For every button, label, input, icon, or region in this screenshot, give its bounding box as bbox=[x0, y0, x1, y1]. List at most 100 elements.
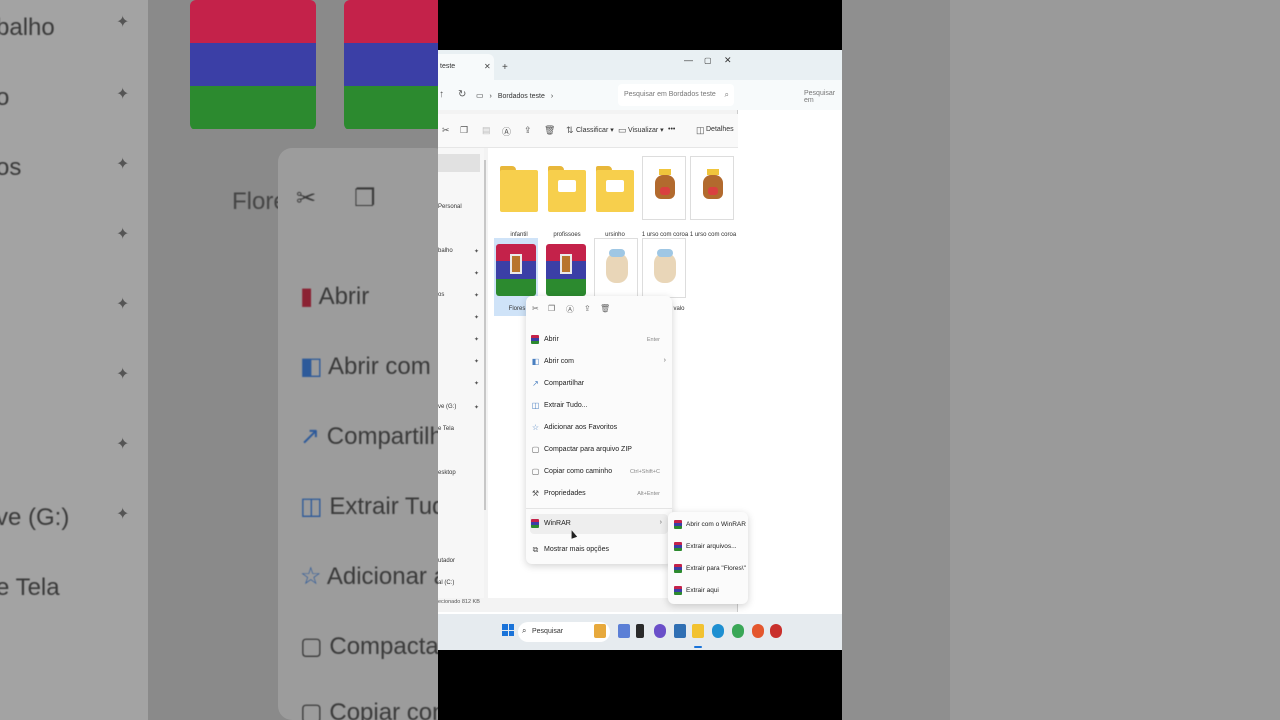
background-right bbox=[842, 0, 1280, 720]
menu-item-mais-opcoes[interactable]: ⧉ Mostrar mais opções bbox=[526, 540, 672, 560]
view-icon: ▭ bbox=[618, 125, 627, 135]
background-menu-item: ↗ Compartilha bbox=[300, 423, 438, 450]
context-menu-toolbar: ✂ ❐ Ⓐ ⇪ 🗑 bbox=[526, 302, 672, 318]
zip-icon: ▢ bbox=[531, 445, 540, 454]
share-icon[interactable]: ⇪ bbox=[584, 304, 591, 313]
chrome-icon[interactable] bbox=[732, 624, 744, 638]
menu-item-propriedades[interactable]: ⚒ Propriedades Alt+Enter bbox=[526, 484, 672, 504]
minimize-button[interactable]: — bbox=[684, 55, 693, 65]
close-button[interactable]: ✕ bbox=[724, 55, 732, 66]
share-icon[interactable]: ⇪ bbox=[524, 125, 532, 136]
file-explorer-icon[interactable] bbox=[692, 624, 704, 638]
copilot-icon[interactable] bbox=[618, 624, 630, 638]
rename-icon[interactable]: Ⓐ bbox=[566, 304, 574, 315]
nav-item[interactable]: Personal bbox=[438, 204, 462, 210]
menu-item-abrir[interactable]: Abrir Enter bbox=[526, 330, 672, 350]
close-tab-icon[interactable]: ✕ bbox=[484, 62, 491, 71]
pc-icon: ▭ bbox=[476, 91, 484, 100]
nav-item[interactable]: ve (G:) bbox=[438, 404, 456, 410]
pin-icon: ✦ bbox=[474, 337, 480, 343]
view-button[interactable]: Visualizar ▾ bbox=[628, 126, 664, 134]
cut-icon[interactable]: ✂ bbox=[442, 125, 450, 136]
up-arrow-icon[interactable]: ↑ bbox=[439, 89, 444, 100]
folder-item[interactable]: ursinho bbox=[592, 156, 638, 238]
nav-selected-item[interactable] bbox=[438, 154, 480, 172]
menu-item-label: WinRAR bbox=[544, 520, 571, 527]
menu-item-winrar[interactable]: WinRAR › bbox=[530, 514, 668, 534]
submenu-item-extrair-aqui[interactable]: Extrair aqui bbox=[668, 580, 748, 602]
app-icon[interactable] bbox=[752, 624, 764, 638]
star-icon: ☆ bbox=[531, 423, 540, 432]
background-label: e Tela bbox=[0, 574, 60, 601]
paste-icon[interactable]: ▤ bbox=[482, 125, 491, 136]
nav-item[interactable]: balho bbox=[438, 248, 453, 254]
copy-icon: ❐ bbox=[354, 185, 376, 212]
delete-icon[interactable]: 🗑 bbox=[544, 125, 555, 136]
wrench-icon: ⚒ bbox=[531, 489, 540, 498]
nav-item[interactable]: utador bbox=[438, 558, 455, 564]
app-icon[interactable] bbox=[770, 624, 782, 638]
background-window-titlebar bbox=[738, 50, 842, 80]
delete-icon[interactable]: 🗑 bbox=[600, 304, 610, 313]
pin-icon: ✦ bbox=[474, 405, 480, 411]
image-thumbnail bbox=[594, 238, 638, 298]
teams-icon[interactable] bbox=[654, 624, 666, 638]
sort-button[interactable]: Classificar ▾ bbox=[576, 126, 614, 134]
chevron-right-icon: › bbox=[663, 357, 666, 364]
nav-scrollbar[interactable] bbox=[484, 160, 486, 510]
nav-item[interactable]: al (C:) bbox=[438, 580, 454, 586]
background-menu-item: ◧ Abrir com bbox=[300, 353, 431, 380]
title-bar: teste ✕ + — ▢ ✕ bbox=[438, 50, 738, 80]
image-item[interactable]: 1 urso com coroa bbox=[642, 156, 688, 238]
maximize-button[interactable]: ▢ bbox=[704, 56, 712, 65]
menu-item-copiar-caminho[interactable]: ▢ Copiar como caminho Ctrl+Shift+C bbox=[526, 462, 672, 482]
menu-item-shortcut: Enter bbox=[646, 337, 660, 343]
background-window-search: Pesquisar em bbox=[804, 90, 836, 104]
nav-item[interactable]: os bbox=[438, 292, 444, 298]
menu-item-compactar-zip[interactable]: ▢ Compactar para arquivo ZIP bbox=[526, 440, 672, 460]
pin-icon: ✦ bbox=[474, 293, 480, 299]
screen-recording: Pesquisar em teste ✕ + — ▢ ✕ ↑ ↻ ▭ › Bor… bbox=[438, 0, 842, 720]
copy-icon[interactable]: ❐ bbox=[460, 125, 468, 136]
menu-item-compartilhar[interactable]: ↗ Compartilhar bbox=[526, 374, 672, 394]
breadcrumb-item[interactable]: Bordados teste bbox=[498, 93, 545, 100]
windows-start-icon[interactable] bbox=[502, 624, 514, 636]
details-button[interactable]: Detalhes bbox=[706, 126, 734, 133]
nav-item[interactable]: esktop bbox=[438, 470, 456, 476]
breadcrumb[interactable]: ▭ › Bordados teste › bbox=[476, 86, 616, 104]
widget-icon[interactable] bbox=[594, 624, 606, 638]
sort-icon: ⇅ bbox=[566, 125, 574, 135]
image-item[interactable]: 1 urso com coroa bbox=[690, 156, 736, 238]
folder-item[interactable]: infantil bbox=[496, 156, 542, 238]
menu-item-adicionar-favoritos[interactable]: ☆ Adicionar aos Favoritos bbox=[526, 418, 672, 438]
active-app-indicator bbox=[694, 646, 702, 648]
pin-icon: ✦ bbox=[116, 366, 130, 383]
submenu-item-abrir-winrar[interactable]: Abrir com o WinRAR bbox=[668, 514, 748, 536]
search-input[interactable]: Pesquisar em Bordados teste ⌕ bbox=[618, 84, 734, 106]
nav-item[interactable]: e Tela bbox=[438, 426, 454, 432]
chevron-right-icon: › bbox=[550, 93, 554, 100]
menu-item-extrair-tudo[interactable]: ◫ Extrair Tudo... bbox=[526, 396, 672, 416]
submenu-item-extrair-arquivos[interactable]: Extrair arquivos... bbox=[668, 536, 748, 558]
more-options-button[interactable]: ••• bbox=[668, 126, 675, 133]
pin-icon: ✦ bbox=[116, 86, 130, 103]
rename-icon[interactable]: Ⓐ bbox=[502, 125, 511, 138]
cut-icon[interactable]: ✂ bbox=[532, 304, 539, 313]
new-tab-button[interactable]: + bbox=[502, 62, 508, 73]
edge-icon[interactable] bbox=[712, 624, 724, 638]
submenu-item-extrair-para[interactable]: Extrair para "Flores\" bbox=[668, 558, 748, 580]
folder-item[interactable]: profissoes bbox=[544, 156, 590, 238]
menu-item-label: Adicionar aos Favoritos bbox=[544, 424, 618, 431]
background-label: os bbox=[0, 154, 22, 181]
store-icon[interactable] bbox=[674, 624, 686, 638]
menu-item-abrir-com[interactable]: ◧ Abrir com › bbox=[526, 352, 672, 372]
share-icon: ↗ bbox=[532, 379, 539, 388]
winrar-icon bbox=[546, 244, 586, 296]
task-view-icon[interactable] bbox=[636, 624, 644, 638]
refresh-icon[interactable]: ↻ bbox=[458, 89, 466, 100]
menu-item-label: Compactar para arquivo ZIP bbox=[544, 446, 632, 453]
copy-icon[interactable]: ❐ bbox=[548, 304, 555, 313]
bear-icon bbox=[703, 169, 723, 199]
cut-icon: ✂ bbox=[296, 185, 317, 212]
background-rar-icon bbox=[344, 0, 438, 130]
